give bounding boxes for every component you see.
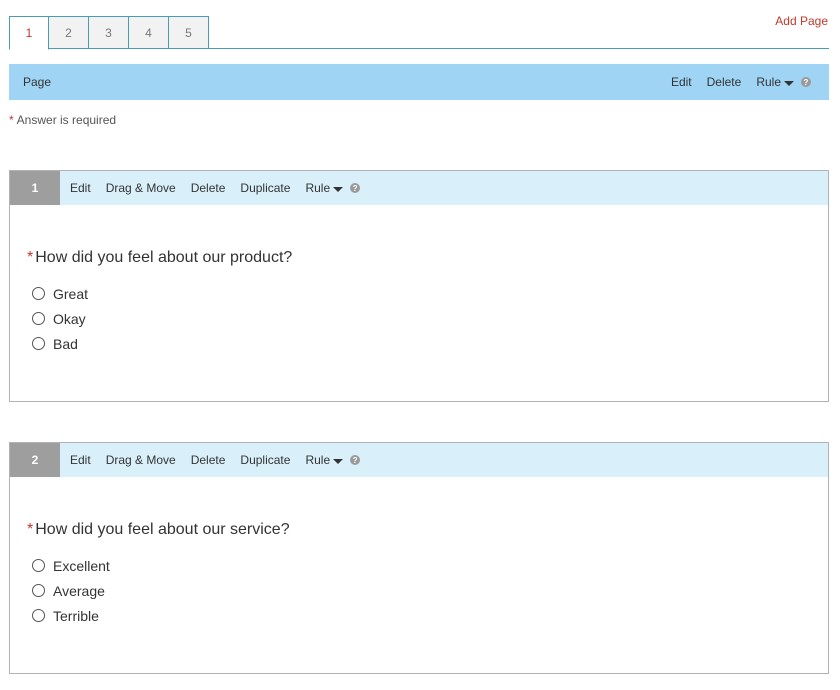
question-toolbar: 1 Edit Drag & Move Delete Duplicate Rule… bbox=[10, 171, 828, 205]
required-asterisk: * bbox=[27, 521, 34, 538]
question-rule-dropdown[interactable]: Rule ? bbox=[305, 181, 361, 195]
question-delete-button[interactable]: Delete bbox=[191, 181, 226, 195]
question-number: 1 bbox=[10, 171, 60, 205]
question-toolbar: 2 Edit Drag & Move Delete Duplicate Rule… bbox=[10, 443, 828, 477]
caret-down-icon bbox=[333, 458, 344, 464]
answer-options: Great Okay Bad bbox=[32, 281, 828, 356]
caret-down-icon bbox=[333, 186, 344, 192]
radio-button[interactable] bbox=[32, 337, 45, 350]
page-label: Page bbox=[23, 75, 52, 89]
required-asterisk: * bbox=[27, 249, 34, 266]
page-toolbar: Page Edit Delete Rule ? bbox=[9, 64, 829, 100]
question-drag-move-button[interactable]: Drag & Move bbox=[106, 453, 176, 467]
tab-page-5[interactable]: 5 bbox=[169, 16, 209, 49]
tabs-divider bbox=[9, 48, 829, 49]
survey-editor: 1 2 3 4 5 Add Page Page Edit Delete Rule… bbox=[0, 0, 840, 690]
answer-options: Excellent Average Terrible bbox=[32, 553, 828, 628]
question-edit-button[interactable]: Edit bbox=[70, 181, 91, 195]
question-duplicate-button[interactable]: Duplicate bbox=[240, 181, 290, 195]
caret-down-icon bbox=[784, 80, 794, 86]
radio-button[interactable] bbox=[32, 584, 45, 597]
option-excellent[interactable]: Excellent bbox=[32, 553, 828, 578]
question-title: * How did you feel about our service? bbox=[27, 521, 828, 539]
option-terrible[interactable]: Terrible bbox=[32, 603, 828, 628]
required-asterisk: * bbox=[9, 113, 14, 127]
question-rule-label: Rule bbox=[305, 181, 331, 195]
option-bad[interactable]: Bad bbox=[32, 331, 828, 356]
question-delete-button[interactable]: Delete bbox=[191, 453, 226, 467]
question-edit-button[interactable]: Edit bbox=[70, 453, 91, 467]
page-actions: Edit Delete Rule ? bbox=[671, 75, 815, 89]
question-actions: Edit Drag & Move Delete Duplicate Rule ? bbox=[60, 453, 361, 467]
question-rule-label: Rule bbox=[305, 453, 331, 467]
page-delete-button[interactable]: Delete bbox=[707, 75, 742, 89]
page-rule-label: Rule bbox=[756, 75, 781, 89]
option-label: Bad bbox=[53, 335, 78, 352]
page-rule-dropdown[interactable]: Rule ? bbox=[756, 75, 811, 89]
add-page-link[interactable]: Add Page bbox=[775, 14, 828, 28]
tab-page-3[interactable]: 3 bbox=[89, 16, 129, 49]
question-drag-move-button[interactable]: Drag & Move bbox=[106, 181, 176, 195]
question-number: 2 bbox=[10, 443, 60, 477]
question-text: How did you feel about our product? bbox=[35, 249, 293, 266]
question-actions: Edit Drag & Move Delete Duplicate Rule ? bbox=[60, 181, 361, 195]
option-label: Okay bbox=[53, 310, 86, 327]
option-label: Great bbox=[53, 285, 89, 302]
tab-page-4[interactable]: 4 bbox=[129, 16, 169, 49]
help-icon[interactable]: ? bbox=[801, 77, 811, 87]
option-okay[interactable]: Okay bbox=[32, 306, 828, 331]
option-great[interactable]: Great bbox=[32, 281, 828, 306]
radio-button[interactable] bbox=[32, 559, 45, 572]
question-title: * How did you feel about our product? bbox=[27, 249, 828, 267]
radio-button[interactable] bbox=[32, 609, 45, 622]
option-label: Excellent bbox=[53, 557, 110, 574]
radio-button[interactable] bbox=[32, 312, 45, 325]
option-label: Average bbox=[53, 582, 105, 599]
question-block-1: 1 Edit Drag & Move Delete Duplicate Rule… bbox=[9, 170, 829, 402]
question-text: How did you feel about our service? bbox=[35, 521, 290, 538]
question-block-2: 2 Edit Drag & Move Delete Duplicate Rule… bbox=[9, 442, 829, 674]
option-label: Terrible bbox=[53, 607, 99, 624]
help-icon[interactable]: ? bbox=[350, 183, 361, 193]
page-tabs: 1 2 3 4 5 bbox=[9, 16, 209, 50]
tab-page-1[interactable]: 1 bbox=[9, 16, 49, 50]
question-duplicate-button[interactable]: Duplicate bbox=[240, 453, 290, 467]
tab-page-2[interactable]: 2 bbox=[49, 16, 89, 49]
required-note: * Answer is required bbox=[9, 113, 116, 127]
option-average[interactable]: Average bbox=[32, 578, 828, 603]
required-note-text: Answer is required bbox=[16, 113, 117, 127]
help-icon[interactable]: ? bbox=[350, 455, 361, 465]
page-edit-button[interactable]: Edit bbox=[671, 75, 692, 89]
radio-button[interactable] bbox=[32, 287, 45, 300]
question-rule-dropdown[interactable]: Rule ? bbox=[305, 453, 361, 467]
